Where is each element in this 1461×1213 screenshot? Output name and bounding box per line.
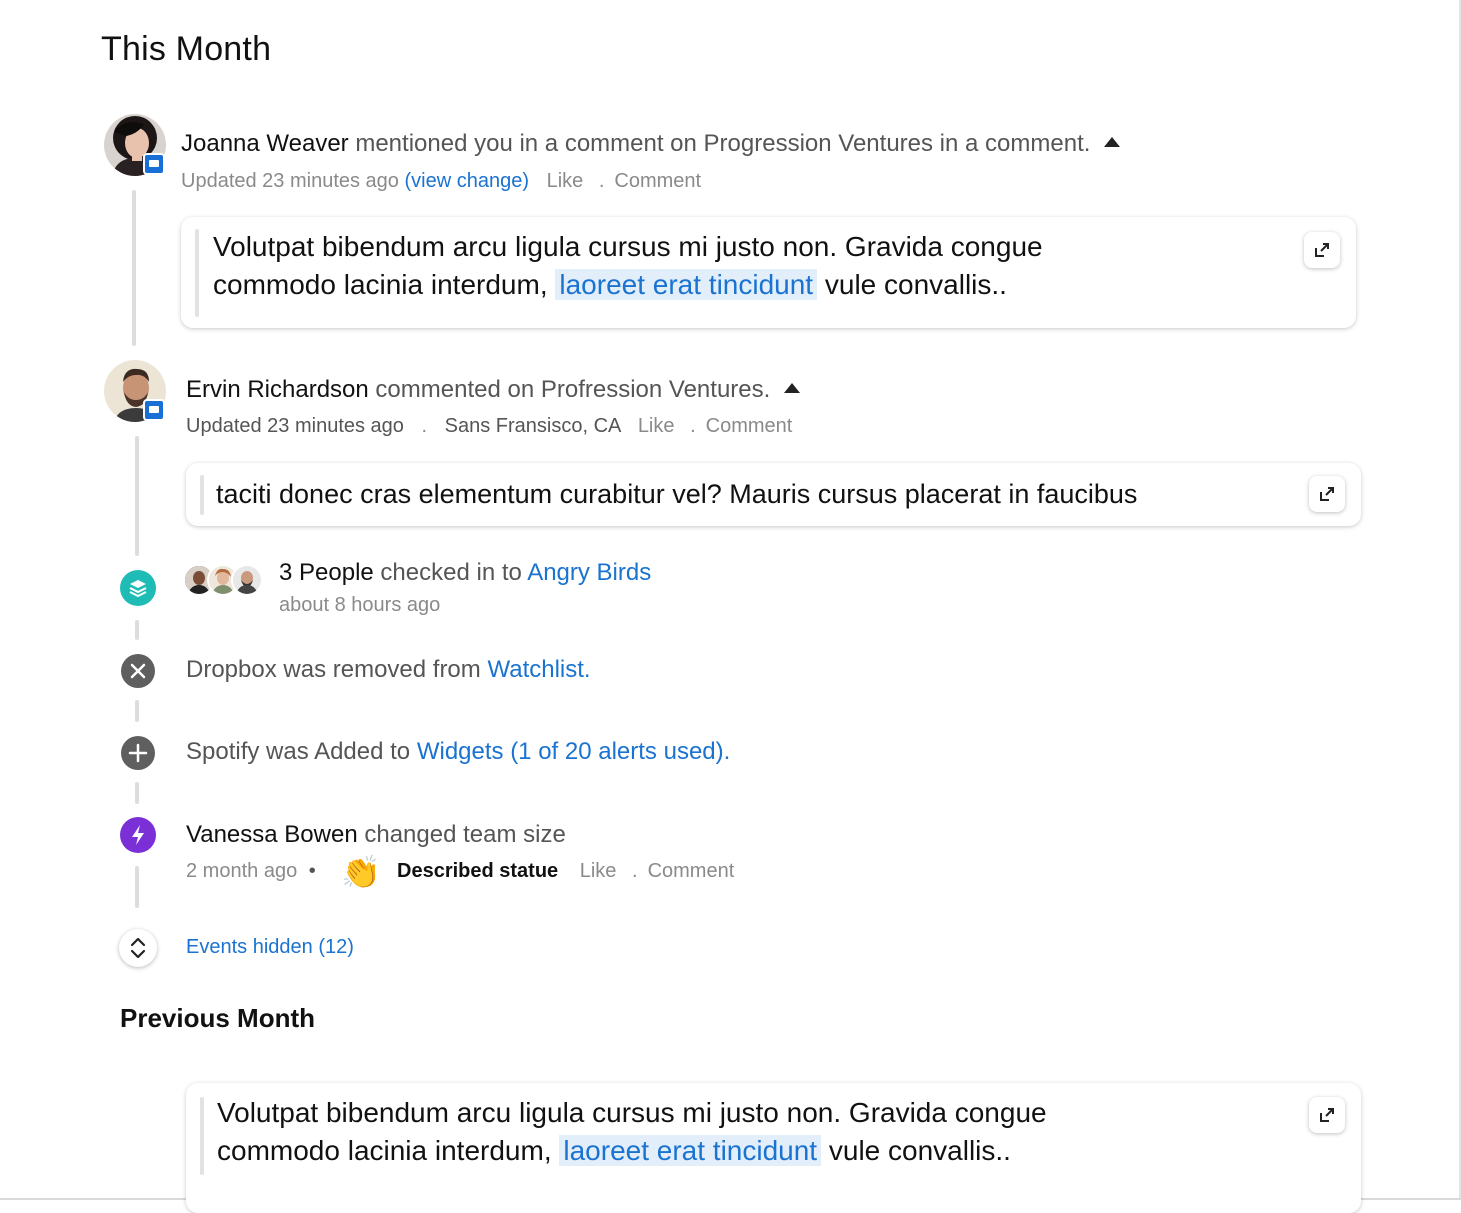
timeline-line xyxy=(135,782,139,804)
vanessa-activity-line: Vanessa Bowen changed team size xyxy=(186,821,566,849)
expand-button[interactable] xyxy=(1309,1097,1345,1133)
comment-card: Volutpat bibendum arcu ligula cursus mi … xyxy=(181,217,1356,328)
avatar[interactable] xyxy=(231,564,263,596)
checkin-activity-line: 3 People checked in to Angry Birds xyxy=(279,559,651,587)
comment-text-line1: Volutpat bibendum arcu ligula cursus mi … xyxy=(213,231,1043,262)
comment-text-line2-end: vule convallis.. xyxy=(824,269,1007,300)
highlighted-mention[interactable]: laoreet erat tincidunt xyxy=(555,269,818,300)
timeline-line xyxy=(135,620,139,640)
expand-icon xyxy=(1315,243,1329,257)
comment-text: taciti donec cras elementum curabitur ve… xyxy=(216,479,1138,509)
comment-text-line2: commodo lacinia interdum, xyxy=(213,269,548,300)
quote-bar xyxy=(200,1097,204,1175)
timeline-line xyxy=(135,866,139,908)
comment-badge-icon xyxy=(143,399,165,421)
activity-text: Dropbox was removed from xyxy=(186,656,481,683)
expand-icon xyxy=(1320,1108,1334,1122)
view-change-link[interactable]: (view change) xyxy=(405,170,530,192)
like-link[interactable]: Like xyxy=(547,170,584,192)
expand-events-button[interactable] xyxy=(119,929,157,967)
bolt-icon xyxy=(120,817,156,853)
added-activity-line: Spotify was Added to Widgets (1 of 20 al… xyxy=(186,738,730,766)
bullet: • xyxy=(308,860,316,882)
comment-link[interactable]: Comment xyxy=(614,170,701,192)
joanna-meta: Updated 23 minutes ago (view change) Lik… xyxy=(181,170,701,193)
comment-text-line1: Volutpat bibendum arcu ligula cursus mi … xyxy=(217,1097,1047,1128)
people-count[interactable]: 3 People xyxy=(279,559,374,586)
separator-dot: . xyxy=(598,170,605,192)
like-link[interactable]: Like xyxy=(638,415,675,437)
activity-text: checked in to xyxy=(380,559,522,586)
comment-card: Volutpat bibendum arcu ligula cursus mi … xyxy=(186,1083,1361,1213)
user-name[interactable]: Ervin Richardson xyxy=(186,376,369,403)
updated-time: Updated 23 minutes ago xyxy=(181,170,399,192)
updated-time: Updated 23 minutes ago xyxy=(186,415,404,437)
previous-month-heading: Previous Month xyxy=(120,1003,316,1033)
vanessa-time: 2 month ago • xyxy=(186,860,316,883)
angry-birds-link[interactable]: Angry Birds xyxy=(527,559,651,586)
comment-text: Volutpat bibendum arcu ligula cursus mi … xyxy=(217,1094,1277,1170)
events-hidden-link[interactable]: Events hidden (12) xyxy=(186,936,354,959)
caret-up-icon[interactable] xyxy=(1104,136,1121,147)
comment-link[interactable]: Comment xyxy=(648,860,735,882)
location-text: Sans Fransisco, CA xyxy=(444,415,621,437)
time-text: 2 month ago xyxy=(186,860,298,882)
expand-icon xyxy=(1320,487,1334,501)
close-icon xyxy=(120,653,156,689)
activity-text: mentioned you in a comment on Progressio… xyxy=(355,130,1091,157)
activity-text: changed team size xyxy=(364,821,566,848)
comment-text: Volutpat bibendum arcu ligula cursus mi … xyxy=(213,228,1273,304)
highlighted-mention[interactable]: laoreet erat tincidunt xyxy=(559,1135,822,1166)
ervin-meta: Updated 23 minutes ago . Sans Fransisco,… xyxy=(186,415,792,438)
watchlist-link[interactable]: Watchlist. xyxy=(487,656,590,683)
this-month-heading: This Month xyxy=(101,30,272,68)
activity-text: commented on Profression Ventures. xyxy=(375,376,771,403)
separator-dot: . xyxy=(421,415,428,437)
checkin-time: about 8 hours ago xyxy=(279,594,441,616)
clap-emoji-icon[interactable]: 👏 xyxy=(341,854,381,890)
caret-up-icon[interactable] xyxy=(784,382,801,393)
removed-activity-line: Dropbox was removed from Watchlist. xyxy=(186,656,591,684)
comment-text-line2: commodo lacinia interdum, xyxy=(217,1135,552,1166)
comment-link[interactable]: Comment xyxy=(706,415,793,437)
reaction-label: Described statue xyxy=(397,860,559,882)
comment-badge-icon xyxy=(143,153,165,175)
plus-icon xyxy=(120,735,156,771)
expand-button[interactable] xyxy=(1304,232,1340,268)
expand-button[interactable] xyxy=(1309,476,1345,512)
like-link[interactable]: Like xyxy=(580,860,617,882)
ervin-activity-line: Ervin Richardson commented on Profressio… xyxy=(186,376,801,404)
layers-icon xyxy=(120,570,156,606)
user-name[interactable]: Joanna Weaver xyxy=(181,130,349,157)
widgets-link[interactable]: Widgets (1 of 20 alerts used). xyxy=(417,738,730,765)
separator-dot: . xyxy=(690,415,696,437)
quote-bar xyxy=(195,229,199,317)
quote-bar xyxy=(200,475,204,515)
timeline-line xyxy=(132,190,136,346)
separator-dot: . xyxy=(632,860,638,882)
comment-text-line2-end: vule convallis.. xyxy=(828,1135,1011,1166)
joanna-activity-line: Joanna Weaver mentioned you in a comment… xyxy=(181,130,1121,158)
timeline-line xyxy=(135,436,139,556)
chevron-up-down-icon xyxy=(130,937,146,959)
vanessa-reaction-meta: Described statue Like . Comment xyxy=(397,860,734,883)
timeline-line xyxy=(135,700,139,722)
user-name[interactable]: Vanessa Bowen xyxy=(186,821,358,848)
activity-text: Spotify was Added to xyxy=(186,738,411,765)
comment-card: taciti donec cras elementum curabitur ve… xyxy=(186,463,1361,526)
